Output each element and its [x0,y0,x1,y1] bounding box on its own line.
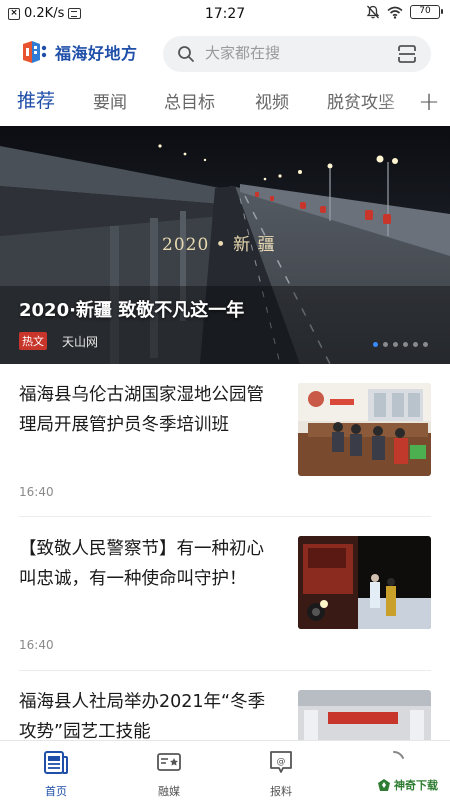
media-icon [157,753,181,771]
nav-report[interactable]: @ 报料 [251,749,311,799]
category-tabs: 推荐 要闻 总目标 视频 脱贫攻坚 + [0,84,450,120]
mute-bell-icon [366,5,380,19]
news-thumbnail-police-night[interactable] [298,536,431,629]
report-icon: @ [270,751,292,773]
status-bar: × 0.2K/s 17:27 70 [0,0,450,28]
news-time: 16:40 [19,485,54,499]
carousel-dot[interactable] [373,342,378,347]
banner-image-caption: 2020 • 新 疆 [162,235,276,255]
banner-carousel[interactable]: 2020 • 新 疆 2020·新疆 致敬不凡这一年 热文 天山网 [0,126,450,364]
nav-label: 报料 [270,785,292,798]
nav-media[interactable]: 融媒 [139,749,199,799]
news-title[interactable]: 福海县乌伦古湖国家湿地公园管理局开展管护员冬季培训班 [19,380,281,440]
wifi-icon [387,6,403,19]
watermark-icon [378,779,390,791]
search-icon [178,46,194,62]
carousel-dot[interactable] [393,342,398,347]
app-name: 福海好地方 [55,44,138,63]
tab-goals[interactable]: 总目标 [164,88,215,113]
news-thumbnail-meeting[interactable] [298,383,431,476]
watermark-logo: 神奇下载 [373,775,442,795]
carousel-dot[interactable] [403,342,408,347]
hot-tag-badge: 热文 [19,332,47,350]
tab-recommend[interactable]: 推荐 [17,86,55,113]
nav-label: 融媒 [158,785,180,798]
news-item[interactable]: 福海县乌伦古湖国家湿地公园管理局开展管护员冬季培训班 16:40 [0,364,450,516]
news-time: 16:40 [19,638,54,652]
search-input[interactable] [205,44,375,62]
banner-title[interactable]: 2020·新疆 致敬不凡这一年 [19,296,244,322]
nav-label: 首页 [45,785,67,798]
carousel-dot[interactable] [383,342,388,347]
news-thumbnail-hall[interactable] [298,690,431,741]
news-item[interactable]: 福海县人社局举办2021年“冬季攻势”园艺工技能 [0,671,450,741]
watermark-text: 神奇下载 [394,779,438,792]
loading-icon [393,751,404,759]
add-channel-icon[interactable]: + [414,84,444,120]
scan-icon[interactable] [397,44,417,64]
battery-icon: 70 [410,5,443,19]
tab-video[interactable]: 视频 [255,88,289,113]
news-title[interactable]: 【致敬人民警察节】有一种初心叫忠诚，有一种使命叫守护！ [19,534,281,594]
banner-source: 天山网 [62,335,99,349]
search-bar[interactable] [163,36,431,72]
svg-text:@: @ [277,757,286,767]
header: 福海好地方 [0,34,450,74]
home-news-icon [44,751,68,774]
news-title[interactable]: 福海县人社局举办2021年“冬季攻势”园艺工技能 [19,687,281,741]
app-logo[interactable]: 福海好地方 [20,40,138,64]
logo-mark-icon [23,41,47,63]
carousel-dot[interactable] [413,342,418,347]
status-right: 70 [366,5,443,19]
news-item[interactable]: 【致敬人民警察节】有一种初心叫忠诚，有一种使命叫守护！ 16:40 [0,517,450,669]
carousel-indicator [373,342,428,347]
carousel-dot[interactable] [423,342,428,347]
tab-headlines[interactable]: 要闻 [93,88,127,113]
nav-home[interactable]: 首页 [26,749,86,799]
